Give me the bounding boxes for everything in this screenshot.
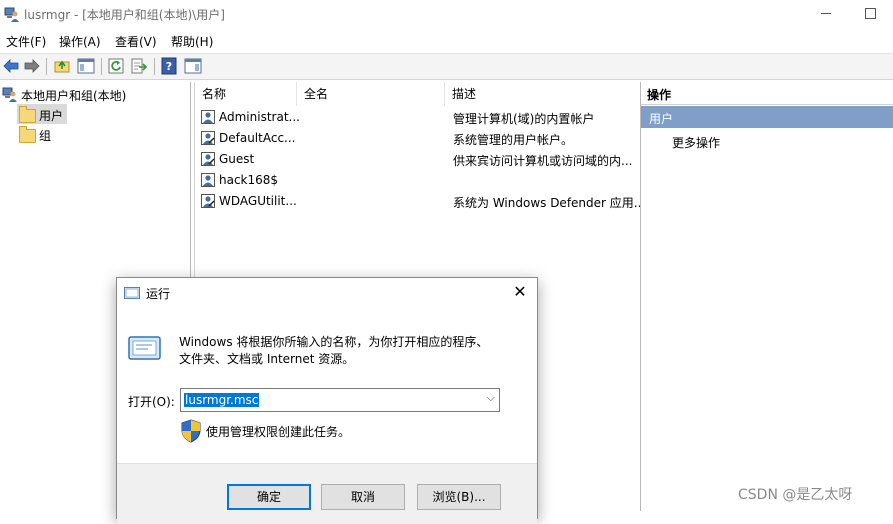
admin-shield-icon	[181, 419, 201, 443]
dialog-button-bar: 确定 取消 浏览(B)...	[117, 463, 537, 524]
table-row[interactable]: Administrat... 管理计算机(域)的内置帐户	[195, 107, 639, 128]
computer-users-icon	[2, 87, 17, 102]
run-icon	[124, 287, 140, 299]
menu-help[interactable]: 帮助(H)	[171, 33, 213, 50]
table-row[interactable]: WDAGUtilit... 系统为 Windows Defender 应用...	[195, 191, 645, 212]
menu-bar: 文件(F) 操作(A) 查看(V) 帮助(H)	[0, 30, 893, 52]
toolbar: ?	[0, 53, 893, 80]
action-pane-title: 操作	[647, 88, 672, 102]
help-icon[interactable]: ?	[160, 57, 178, 75]
action-pane-header: 操作	[641, 82, 893, 105]
tree-item-label: 组	[39, 129, 52, 143]
forward-arrow-icon[interactable]	[23, 57, 41, 75]
export-list-icon[interactable]	[130, 57, 148, 75]
watermark: CSDN @是乙太呀	[738, 487, 853, 503]
user-name: Administrat...	[219, 110, 300, 124]
minimize-button[interactable]	[806, 0, 846, 28]
user-name: Guest	[219, 152, 255, 166]
user-name: DefaultAcc...	[219, 131, 296, 145]
show-hide-tree-icon[interactable]	[77, 57, 95, 75]
run-description-line1: Windows 将根据你所输入的名称，为你打开相应的程序、	[179, 335, 489, 349]
admin-note: 使用管理权限创建此任务。	[206, 425, 351, 439]
user-account-disabled-icon	[201, 194, 215, 208]
more-actions-link[interactable]: 更多操作	[672, 134, 720, 151]
run-command-input[interactable]: lusrmgr.msc ⌵	[180, 388, 500, 412]
close-button[interactable]: ✕	[505, 280, 535, 304]
tree-item-groups[interactable]: 组	[17, 124, 67, 144]
title-bar: lusrmgr - [本地用户和组(本地)\用户]	[0, 0, 893, 28]
menu-view[interactable]: 查看(V)	[115, 33, 157, 50]
maximize-button[interactable]	[850, 0, 890, 28]
run-program-icon	[128, 336, 161, 360]
table-row[interactable]: Guest 供来宾访问计算机或访问域的内...	[195, 149, 639, 170]
svg-text:?: ?	[166, 60, 172, 73]
column-header-name[interactable]: 名称	[195, 82, 297, 106]
folder-icon	[19, 106, 36, 123]
tree-root-label: 本地用户和组(本地)	[21, 89, 127, 103]
user-account-icon	[201, 110, 215, 124]
ok-button[interactable]: 确定	[227, 484, 311, 510]
table-row[interactable]: DefaultAcc... 系统管理的用户帐户。	[195, 128, 639, 149]
toolbar-separator	[46, 58, 47, 75]
user-description: 供来宾访问计算机或访问域的内...	[453, 154, 633, 168]
run-description-line2: 文件夹、文档或 Internet 资源。	[179, 352, 355, 366]
folder-icon	[19, 126, 36, 143]
column-header-fullname[interactable]: 全名	[297, 82, 445, 106]
toolbar-separator	[101, 58, 102, 75]
tree-item-label: 用户	[39, 109, 64, 123]
user-account-disabled-icon	[201, 152, 215, 166]
chevron-down-icon[interactable]: ⌵	[487, 391, 495, 405]
user-name: WDAGUtilit...	[219, 194, 297, 208]
run-dialog: 运行 ✕ Windows 将根据你所输入的名称，为你打开相应的程序、 文件夹、文…	[116, 277, 538, 524]
table-row[interactable]: hack168$	[195, 170, 639, 191]
run-command-value: lusrmgr.msc	[184, 393, 260, 407]
column-header-description[interactable]: 描述	[445, 82, 639, 106]
back-arrow-icon[interactable]	[2, 57, 20, 75]
user-description: 系统为 Windows Defender 应用...	[453, 196, 646, 210]
action-section-users[interactable]: 用户	[641, 106, 893, 128]
toolbar-separator	[154, 58, 155, 75]
window-title: lusrmgr - [本地用户和组(本地)\用户]	[24, 8, 225, 22]
user-description: 系统管理的用户帐户。	[453, 133, 574, 147]
up-folder-icon[interactable]	[53, 57, 71, 75]
open-label: 打开(O):	[128, 395, 175, 409]
user-description: 管理计算机(域)的内置帐户	[453, 112, 595, 126]
tree-item-users[interactable]: 用户	[17, 104, 67, 124]
menu-action[interactable]: 操作(A)	[59, 33, 101, 50]
menu-file[interactable]: 文件(F)	[6, 33, 46, 50]
browse-button[interactable]: 浏览(B)...	[417, 484, 501, 510]
user-account-disabled-icon	[201, 131, 215, 145]
run-dialog-title: 运行	[146, 287, 171, 301]
action-pane: 操作 用户 更多操作	[640, 82, 893, 511]
user-name: hack168$	[219, 173, 279, 187]
refresh-icon[interactable]	[107, 57, 125, 75]
cancel-button[interactable]: 取消	[321, 484, 405, 510]
user-account-icon	[201, 173, 215, 187]
show-hide-action-pane-icon[interactable]	[184, 57, 202, 75]
action-section-label: 用户	[649, 112, 674, 126]
computer-users-icon	[4, 7, 19, 22]
